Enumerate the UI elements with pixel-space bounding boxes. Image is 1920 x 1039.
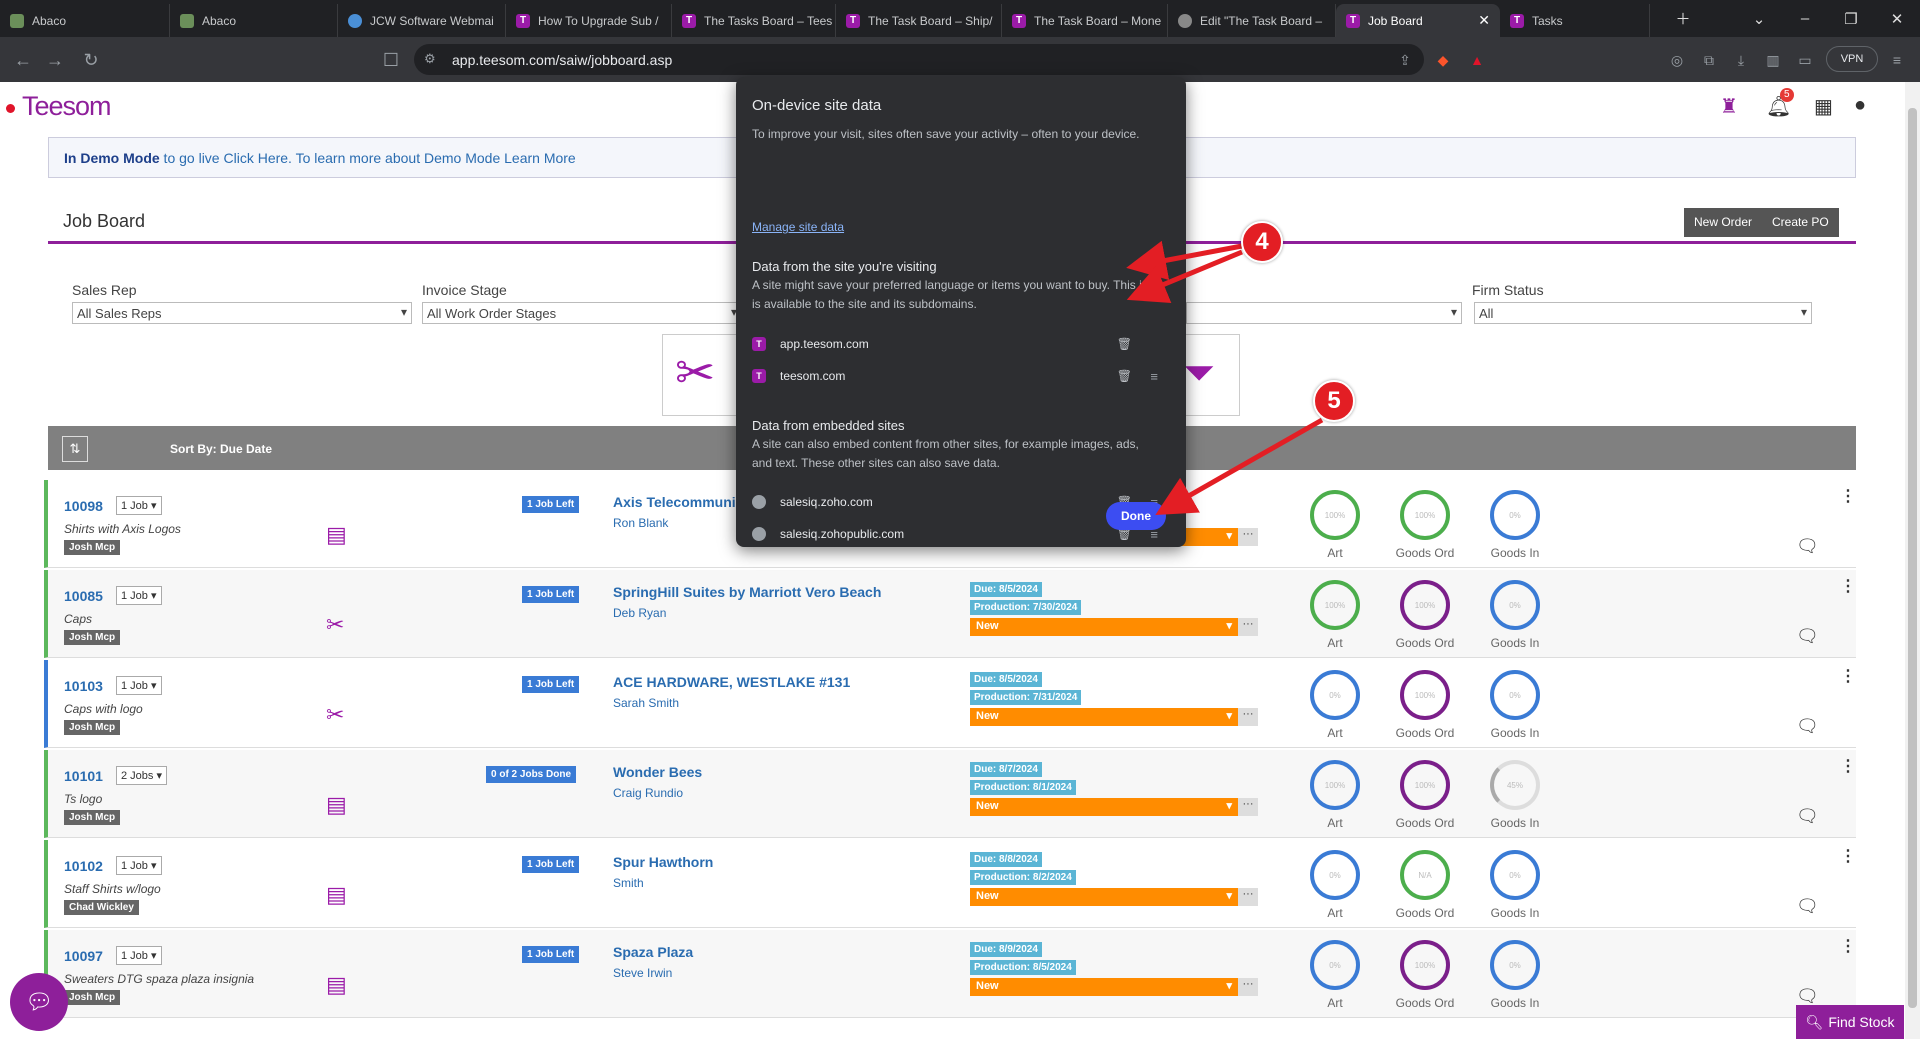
annotation-5: 5 <box>1313 380 1355 422</box>
chat-widget-icon[interactable]: 💬︎ <box>10 973 68 1031</box>
annotation-4: 4 <box>1241 221 1283 263</box>
annotation-arrows <box>1126 240 1324 515</box>
find-stock-button[interactable]: 🔍︎ Find Stock <box>1796 1005 1904 1039</box>
arrow-line <box>1126 249 1243 303</box>
arrow-line <box>1155 417 1324 515</box>
find-stock-label: Find Stock <box>1828 1014 1895 1030</box>
search-icon: 🔍︎ <box>1805 1013 1824 1030</box>
